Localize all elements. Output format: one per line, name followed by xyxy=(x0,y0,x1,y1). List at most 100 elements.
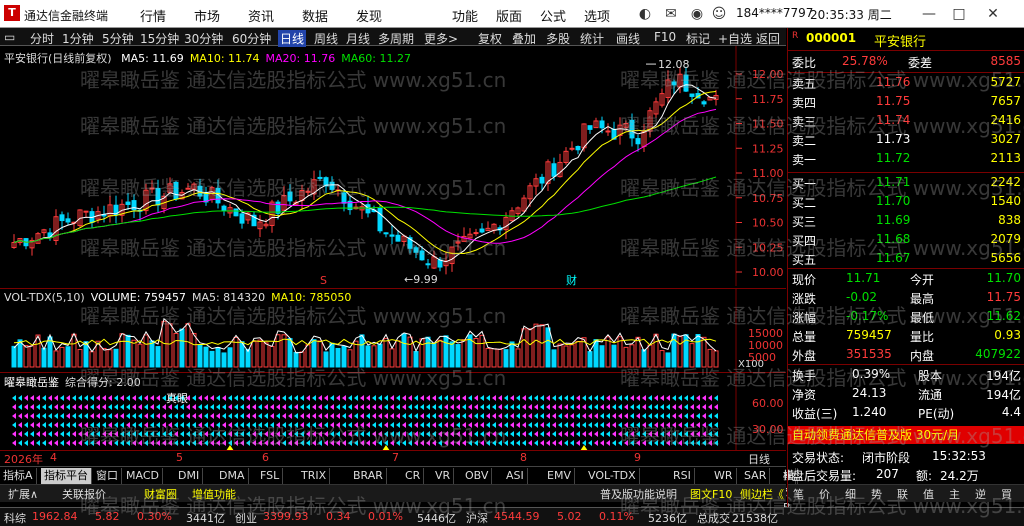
indicator-tab[interactable]: WR xyxy=(711,468,737,484)
signal-marker xyxy=(312,395,316,401)
intraday-icon[interactable]: ▭ xyxy=(4,30,15,44)
tb-multi-period[interactable]: 多周期 xyxy=(378,30,414,47)
tb-mark[interactable]: 标记 xyxy=(686,30,710,47)
f10-link[interactable]: 图文F10 xyxy=(690,486,732,502)
order-row[interactable]: 买三 11.69 838 xyxy=(788,212,1024,230)
signal-marker xyxy=(282,440,286,446)
signal-marker xyxy=(606,440,610,446)
indicator-tab[interactable]: TRIX xyxy=(298,468,331,484)
signal-marker xyxy=(138,404,142,410)
signal-marker xyxy=(48,422,52,428)
tb-more[interactable]: 更多> xyxy=(424,30,458,47)
tb-1min[interactable]: 1分钟 xyxy=(62,30,94,47)
tb-overlay[interactable]: 叠加 xyxy=(512,30,536,47)
menu-market[interactable]: 市场 xyxy=(194,6,220,25)
value-added-button[interactable]: 增值功能 xyxy=(192,486,236,502)
signal-marker xyxy=(234,431,238,437)
order-row[interactable]: 买五 11.67 5656 xyxy=(788,250,1024,268)
signal-marker xyxy=(120,413,124,419)
menu-function[interactable]: 功能 xyxy=(452,6,478,25)
order-row[interactable]: 买四 11.68 2079 xyxy=(788,231,1024,249)
price-chart[interactable]: 平安银行(日线前复权) MA5: 11.69 MA10: 11.74 MA20: 1… xyxy=(0,46,786,286)
indicator-tab[interactable]: ASI xyxy=(503,468,528,484)
indicator-tab[interactable]: OBV xyxy=(462,468,493,484)
menu-news[interactable]: 资讯 xyxy=(248,6,274,25)
candle-body xyxy=(287,191,293,202)
email-icon[interactable]: ✉ xyxy=(660,4,682,24)
order-row[interactable]: 买一 11.71 2242 xyxy=(788,174,1024,192)
order-row[interactable]: 卖四 11.75 7657 xyxy=(788,93,1024,111)
indicator-tab[interactable]: EMV xyxy=(544,468,575,484)
tb-intraday[interactable]: 分时 xyxy=(30,30,54,47)
after-hours-row: 盘后交易量: 207 额: 24.2万 xyxy=(788,466,1024,484)
related-quotes-button[interactable]: 关联报价 xyxy=(62,486,106,502)
menu-options[interactable]: 选项 xyxy=(584,6,610,25)
tb-stats[interactable]: 统计 xyxy=(580,30,604,47)
signal-marker xyxy=(366,440,370,446)
signal-marker xyxy=(234,404,238,410)
indicator-tab[interactable]: DMA xyxy=(216,468,249,484)
order-row[interactable]: 卖三 11.74 2416 xyxy=(788,112,1024,130)
sidebar-toggle[interactable]: 侧边栏《 xyxy=(740,486,784,502)
indicator-tab[interactable]: 指标平台 xyxy=(41,468,92,484)
signal-marker xyxy=(96,413,100,419)
order-row[interactable]: 卖五 11.76 5727 xyxy=(788,74,1024,92)
tb-draw[interactable]: 画线 xyxy=(616,30,640,47)
notify-icon[interactable]: ◉ xyxy=(686,4,708,24)
signal-marker xyxy=(408,422,412,428)
indicator-tab[interactable]: 窗口 xyxy=(93,468,122,484)
order-row[interactable]: 卖一 11.72 2113 xyxy=(788,150,1024,168)
tb-f10[interactable]: F10 xyxy=(654,30,676,44)
signal-marker xyxy=(228,413,232,419)
volume-chart[interactable]: VOL-TDX(5,10) VOLUME: 759457 MA5: 814320 MA… xyxy=(0,288,786,371)
tb-15min[interactable]: 15分钟 xyxy=(140,30,179,47)
signal-marker xyxy=(120,422,124,428)
tb-5min[interactable]: 5分钟 xyxy=(102,30,134,47)
tb-adjust[interactable]: 复权 xyxy=(478,30,502,47)
signal-marker xyxy=(486,413,490,419)
indicator-tab[interactable]: CR xyxy=(402,468,425,484)
menu-formula[interactable]: 公式 xyxy=(540,6,566,25)
indicator-tab[interactable]: FSL xyxy=(257,468,284,484)
indicator-chart[interactable]: 曜皋瞰岳鉴 综合得分: 2.00 60.00 30.00 真眼 xyxy=(0,372,786,451)
tb-30min[interactable]: 30分钟 xyxy=(184,30,223,47)
indicator-tab[interactable]: RSI xyxy=(670,468,695,484)
menu-quotes[interactable]: 行情 xyxy=(140,6,166,25)
feature-guide-link[interactable]: 普及版功能说明 xyxy=(600,486,677,502)
tb-60min[interactable]: 60分钟 xyxy=(232,30,271,47)
menu-data[interactable]: 数据 xyxy=(302,6,328,25)
tb-multi-stock[interactable]: 多股 xyxy=(546,30,570,47)
signal-marker xyxy=(498,404,502,410)
tb-weekly[interactable]: 周线 xyxy=(314,30,338,47)
indicator-tab[interactable]: 指标A xyxy=(0,468,37,484)
indicator-tab[interactable]: BRAR xyxy=(350,468,387,484)
tb-add-watchlist[interactable]: +自选 xyxy=(718,30,752,47)
order-row[interactable]: 买二 11.70 1540 xyxy=(788,193,1024,211)
volume-bar xyxy=(365,345,371,368)
stat-value: 4.4 xyxy=(1001,405,1021,419)
signal-marker xyxy=(354,431,358,437)
indicator-tab[interactable]: SAR xyxy=(741,468,771,484)
wealth-circle-button[interactable]: 财富圈 xyxy=(144,486,177,502)
tb-monthly[interactable]: 月线 xyxy=(346,30,370,47)
indicator-tab[interactable]: VOL-TDX xyxy=(585,468,640,484)
menu-discover[interactable]: 发现 xyxy=(356,6,382,25)
indicator-tab[interactable]: VR xyxy=(432,468,455,484)
tb-back[interactable]: 返回 xyxy=(756,30,780,47)
close-icon[interactable]: ✕ xyxy=(982,4,1004,24)
signal-marker xyxy=(486,440,490,446)
maximize-icon[interactable]: □ xyxy=(948,4,970,24)
user-avatar-icon[interactable]: ☺ xyxy=(708,4,730,24)
indicator-tab[interactable]: DMI xyxy=(175,468,204,484)
order-row[interactable]: 卖二 11.73 3027 xyxy=(788,131,1024,149)
signal-marker xyxy=(606,413,610,419)
indicator-tab[interactable]: MACD xyxy=(123,468,163,484)
user-account[interactable]: 184****7797 xyxy=(736,6,813,20)
menu-layout[interactable]: 版面 xyxy=(496,6,522,25)
minimize-icon[interactable]: — xyxy=(918,4,940,24)
expand-button[interactable]: 扩展∧ xyxy=(8,486,38,502)
tb-daily[interactable]: 日线 xyxy=(278,30,307,47)
volume-bar xyxy=(545,327,551,368)
theme-icon[interactable]: ◐ xyxy=(634,4,656,24)
ad-banner[interactable]: 自动领费通达信普及版 30元/月 xyxy=(788,426,1024,444)
